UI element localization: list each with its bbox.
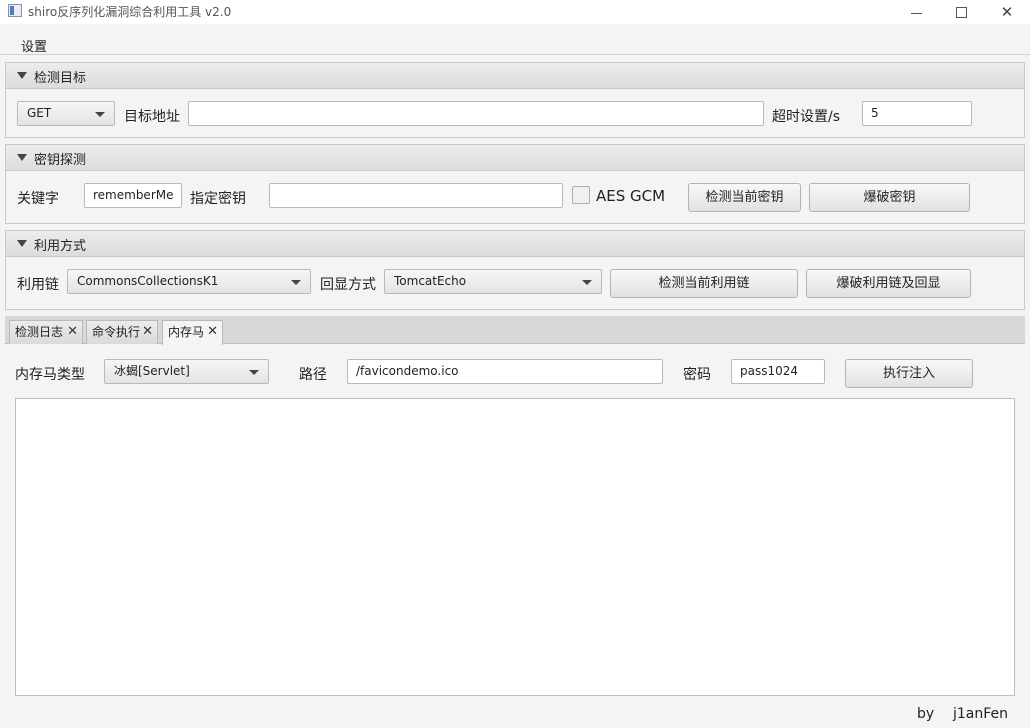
- minimize-icon: [910, 12, 922, 14]
- tab-log[interactable]: 检测日志 ✕: [9, 320, 83, 344]
- exploit-pane-header[interactable]: 利用方式: [6, 231, 1024, 257]
- method-value: GET: [27, 106, 52, 120]
- timeout-label: 超时设置/s: [772, 109, 841, 125]
- chevron-down-icon: [582, 280, 592, 285]
- chevron-down-icon: [249, 370, 259, 375]
- close-icon[interactable]: ✕: [67, 321, 78, 343]
- aes-gcm-label: AES GCM: [596, 187, 666, 205]
- maximize-button[interactable]: [938, 0, 984, 24]
- key-pane-header[interactable]: 密钥探测: [6, 145, 1024, 171]
- path-input[interactable]: /favicondemo.ico: [347, 359, 663, 384]
- echo-label: 回显方式: [320, 277, 376, 293]
- target-pane-title: 检测目标: [34, 71, 87, 86]
- exploit-pane-title: 利用方式: [34, 239, 87, 254]
- password-label: 密码: [683, 367, 711, 383]
- chevron-down-icon: [95, 112, 105, 117]
- chain-select[interactable]: CommonsCollectionsK1: [67, 269, 311, 294]
- tab-command-label: 命令执行: [92, 325, 141, 339]
- aes-gcm-checkbox[interactable]: [572, 186, 590, 204]
- url-input[interactable]: [188, 101, 764, 126]
- footer-by: by: [917, 706, 935, 722]
- menu-bar: [0, 31, 1030, 55]
- method-select[interactable]: GET: [17, 101, 115, 126]
- tab-command[interactable]: 命令执行 ✕: [86, 320, 158, 344]
- key-input[interactable]: [269, 183, 563, 208]
- brute-chain-button[interactable]: 爆破利用链及回显: [806, 269, 971, 298]
- close-button[interactable]: ✕: [984, 0, 1030, 24]
- echo-value: TomcatEcho: [394, 274, 467, 288]
- close-icon[interactable]: ✕: [142, 321, 153, 343]
- key-pane-title: 密钥探测: [34, 153, 87, 168]
- collapse-arrow-icon: [17, 240, 27, 247]
- memshell-type-label: 内存马类型: [15, 367, 85, 383]
- close-icon[interactable]: ✕: [207, 321, 218, 343]
- memshell-type-value: 冰蝎[Servlet]: [114, 364, 190, 378]
- echo-select[interactable]: TomcatEcho: [384, 269, 602, 294]
- tab-memshell-label: 内存马: [168, 325, 205, 339]
- app-icon: [8, 4, 22, 17]
- collapse-arrow-icon: [17, 72, 27, 79]
- brute-key-button[interactable]: 爆破密钥: [809, 183, 970, 212]
- target-pane-header[interactable]: 检测目标: [6, 63, 1024, 89]
- menu-settings[interactable]: 设置: [21, 36, 47, 55]
- collapse-arrow-icon: [17, 154, 27, 161]
- check-key-button[interactable]: 检测当前密钥: [688, 183, 801, 212]
- url-label: 目标地址: [124, 109, 180, 125]
- chain-label: 利用链: [17, 277, 59, 293]
- footer-author: j1anFen: [953, 706, 1009, 722]
- path-label: 路径: [299, 367, 327, 383]
- check-chain-button[interactable]: 检测当前利用链: [610, 269, 798, 298]
- window-title: shiro反序列化漏洞综合利用工具 v2.0: [28, 5, 232, 19]
- tab-memshell[interactable]: 内存马 ✕: [162, 320, 223, 345]
- keyword-label: 关键字: [17, 191, 59, 207]
- inject-button[interactable]: 执行注入: [845, 359, 973, 388]
- keyword-input[interactable]: rememberMe: [84, 183, 182, 208]
- tab-strip: [5, 316, 1025, 344]
- target-pane: 检测目标: [5, 62, 1025, 138]
- timeout-input[interactable]: 5: [862, 101, 972, 126]
- key-label: 指定密钥: [190, 191, 246, 207]
- password-input[interactable]: pass1024: [731, 359, 825, 384]
- chevron-down-icon: [291, 280, 301, 285]
- output-textarea[interactable]: [15, 398, 1015, 696]
- tab-log-label: 检测日志: [15, 325, 64, 339]
- memshell-type-select[interactable]: 冰蝎[Servlet]: [104, 359, 269, 384]
- minimize-button[interactable]: [893, 0, 939, 24]
- chain-value: CommonsCollectionsK1: [77, 274, 219, 288]
- close-icon: ✕: [1000, 3, 1014, 21]
- maximize-icon: [955, 6, 967, 18]
